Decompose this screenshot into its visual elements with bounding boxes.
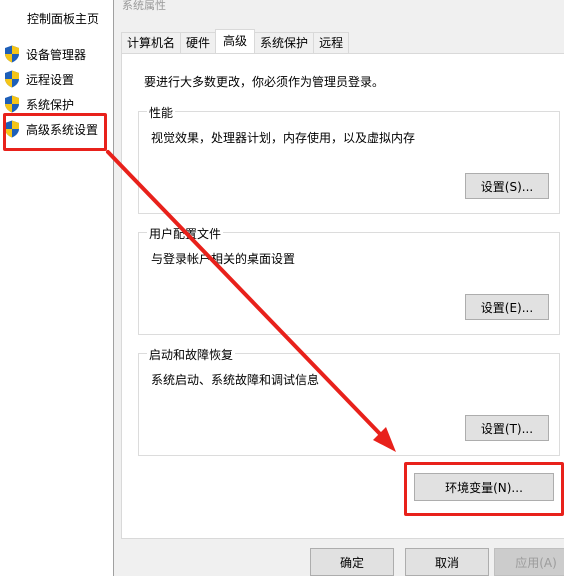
tab-remote[interactable]: 远程: [313, 32, 350, 53]
tab-system-protection[interactable]: 系统保护: [254, 32, 315, 53]
performance-group-title: 性能: [147, 104, 176, 121]
cancel-button[interactable]: 取消: [405, 548, 489, 576]
sidebar-item-label: 远程设置: [26, 72, 75, 87]
uac-shield-icon: [5, 70, 19, 88]
performance-description: 视觉效果，处理器计划，内存使用，以及虚拟内存: [151, 131, 416, 145]
uac-shield-icon: [5, 120, 19, 138]
startup-recovery-group: 启动和故障恢复 系统启动、系统故障和调试信息 设置(T)...: [138, 346, 560, 456]
sidebar-item-label: 系统保护: [26, 97, 75, 112]
tab-advanced[interactable]: 高级: [215, 29, 256, 53]
control-panel-left-pane: 控制面板主页 设备管理器 远程设置 系统保护 高级系统设置: [0, 0, 113, 576]
uac-shield-icon: [5, 95, 19, 113]
uac-shield-icon: [5, 45, 19, 63]
user-profiles-group: 用户配置文件 与登录帐户相关的桌面设置 设置(E)...: [138, 225, 560, 335]
environment-variables-button[interactable]: 环境变量(N)...: [414, 473, 554, 501]
sidebar-item-label: 设备管理器: [26, 47, 87, 62]
startup-recovery-settings-button[interactable]: 设置(T)...: [465, 415, 549, 441]
user-profiles-group-title: 用户配置文件: [147, 225, 224, 242]
performance-group: 性能 视觉效果，处理器计划，内存使用，以及虚拟内存 设置(S)...: [138, 104, 560, 214]
startup-recovery-description: 系统启动、系统故障和调试信息: [151, 373, 320, 387]
performance-settings-button[interactable]: 设置(S)...: [465, 173, 549, 199]
apply-button[interactable]: 应用(A): [494, 548, 564, 576]
dialog-title: 系统属性: [122, 0, 166, 12]
user-profiles-description: 与登录帐户相关的桌面设置: [151, 252, 296, 266]
sidebar-item-advanced-system-settings[interactable]: 高级系统设置: [4, 119, 98, 139]
system-properties-dialog: 系统属性 计算机名 硬件 高级 系统保护 远程 要进行大多数更改，你必须作为管理…: [113, 0, 564, 576]
sidebar-item-label: 高级系统设置: [26, 122, 99, 137]
startup-recovery-group-title: 启动和故障恢复: [147, 346, 236, 363]
ok-button[interactable]: 确定: [310, 548, 394, 576]
sidebar-item-system-protection[interactable]: 系统保护: [4, 94, 74, 114]
tab-hardware[interactable]: 硬件: [180, 32, 217, 53]
tab-strip: 计算机名 硬件 高级 系统保护 远程: [121, 29, 350, 54]
control-panel-home-link[interactable]: 控制面板主页: [27, 10, 99, 27]
user-profiles-settings-button[interactable]: 设置(E)...: [465, 294, 549, 320]
advanced-tab-panel: 要进行大多数更改，你必须作为管理员登录。 性能 视觉效果，处理器计划，内存使用，…: [121, 53, 564, 539]
admin-notice: 要进行大多数更改，你必须作为管理员登录。: [144, 75, 385, 89]
tab-computer-name[interactable]: 计算机名: [121, 32, 182, 53]
sidebar-item-remote-settings[interactable]: 远程设置: [4, 69, 74, 89]
sidebar-item-device-manager[interactable]: 设备管理器: [4, 44, 86, 64]
